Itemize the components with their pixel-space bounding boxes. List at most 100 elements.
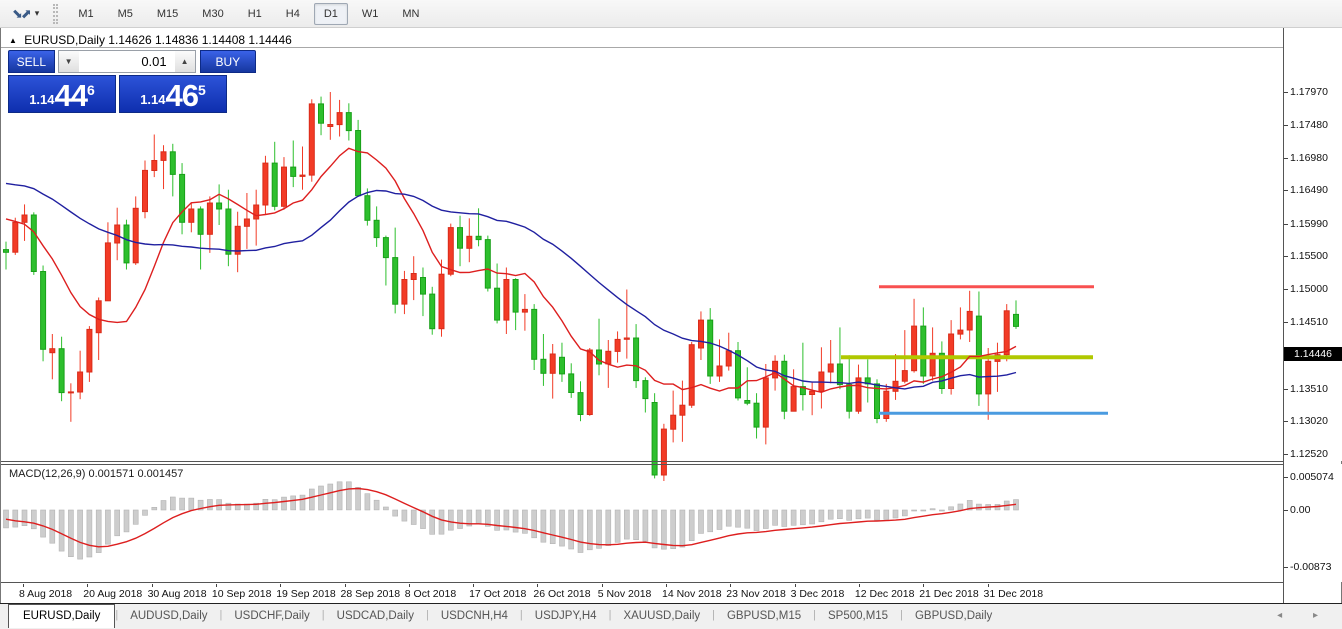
date-axis-tick (795, 584, 796, 587)
timeframe-button-H1[interactable]: H1 (238, 3, 272, 25)
chart-ohlc-values: 1.14626 1.14836 1.14408 1.14446 (108, 33, 292, 47)
tab-usdcnh-h4[interactable]: USDCNH,H4 (429, 606, 520, 626)
timeframe-button-M30[interactable]: M30 (192, 3, 233, 25)
date-axis-label: 21 Dec 2018 (919, 588, 979, 600)
price-axis-label: 1.16490 (1290, 184, 1328, 196)
macd-axis-tick (1284, 510, 1288, 511)
price-axis-tick (1284, 289, 1288, 290)
trading-app-window: ⬊⬈ ▾ M1M5M15M30H1H4D1W1MN ▲ EURUSD,Daily… (0, 0, 1342, 629)
tab-usdcad-daily[interactable]: USDCAD,Daily (325, 606, 426, 626)
macd-name: MACD(12,26,9) (9, 468, 85, 480)
tab-scroll-left-icon[interactable]: ◂ (1277, 610, 1296, 621)
panel-separator (1, 582, 1283, 583)
date-axis-tick (859, 584, 860, 587)
macd-main-value: 0.001571 (88, 468, 134, 480)
price-axis-tick (1284, 92, 1288, 93)
date-axis-tick (923, 584, 924, 587)
price-axis-label: 1.14510 (1290, 316, 1328, 328)
macd-axis-tick (1284, 477, 1288, 478)
date-axis-tick (23, 584, 24, 587)
price-axis-label: 1.17480 (1290, 119, 1328, 131)
date-axis-label: 20 Aug 2018 (83, 588, 142, 600)
date-axis-label: 8 Oct 2018 (405, 588, 456, 600)
date-axis-label: 3 Dec 2018 (791, 588, 845, 600)
chart-title: ▲ EURUSD,Daily 1.14626 1.14836 1.14408 1… (9, 33, 292, 47)
timeframe-button-W1[interactable]: W1 (352, 3, 389, 25)
price-axis-tick (1284, 322, 1288, 323)
date-axis-label: 19 Sep 2018 (276, 588, 336, 600)
date-axis-label: 10 Sep 2018 (212, 588, 272, 600)
timeframe-button-M15[interactable]: M15 (147, 3, 188, 25)
date-axis-label: 12 Dec 2018 (855, 588, 915, 600)
price-axis-label: 1.15500 (1290, 250, 1328, 262)
macd-axis-label: -0.00873 (1290, 561, 1331, 573)
tab-gbpusd-m15[interactable]: GBPUSD,M15 (715, 606, 813, 626)
date-axis-tick (602, 584, 603, 587)
date-axis-tick (473, 584, 474, 587)
price-chart-canvas[interactable] (1, 48, 1283, 489)
price-axis-tick (1284, 158, 1288, 159)
timeframe-button-M5[interactable]: M5 (108, 3, 143, 25)
macd-axis[interactable]: 0.0050740.00-0.00873 (1284, 464, 1342, 582)
date-axis-label: 23 Nov 2018 (726, 588, 786, 600)
tab-sp500-m15[interactable]: SP500,M15 (816, 606, 900, 626)
order-arrows-icon: ⬊⬈ (12, 6, 30, 22)
tab-scroll-right-icon[interactable]: ▸ (1313, 610, 1332, 621)
date-axis-tick (87, 584, 88, 587)
timeframe-buttons: M1M5M15M30H1H4D1W1MN (66, 0, 431, 28)
timeframe-button-H4[interactable]: H4 (276, 3, 310, 25)
macd-indicator-label: MACD(12,26,9) 0.001571 0.001457 (9, 468, 183, 480)
order-arrows-icon-button[interactable]: ⬊⬈ ▾ (8, 4, 43, 24)
date-axis-label: 14 Nov 2018 (662, 588, 722, 600)
tab-xauusd-daily[interactable]: XAUUSD,Daily (611, 606, 712, 626)
price-axis-label: 1.13510 (1290, 383, 1328, 395)
price-axis-tick (1284, 389, 1288, 390)
price-axis-tick (1284, 421, 1288, 422)
tab-usdchf-daily[interactable]: USDCHF,Daily (222, 606, 321, 626)
tab-eurusd-daily[interactable]: EURUSD,Daily (8, 604, 115, 628)
chart-window[interactable]: ▲ EURUSD,Daily 1.14626 1.14836 1.14408 1… (0, 28, 1342, 603)
timeframe-toolbar: ⬊⬈ ▾ M1M5M15M30H1H4D1W1MN (0, 0, 1342, 28)
timeframe-button-MN[interactable]: MN (392, 3, 429, 25)
price-axis[interactable]: 1.17970 1.17480 1.16980 1.16490 1.15990 1.155… (1284, 28, 1342, 461)
date-axis-tick (345, 584, 346, 587)
macd-axis-tick (1284, 567, 1288, 568)
macd-indicator-canvas[interactable] (1, 464, 1283, 581)
date-axis-label: 8 Aug 2018 (19, 588, 72, 600)
panel-separator[interactable] (1, 461, 1283, 462)
date-axis-tick (988, 584, 989, 587)
price-axis-label: 1.12520 (1290, 448, 1328, 460)
tab-gbpusd-daily[interactable]: GBPUSD,Daily (903, 606, 1004, 626)
tab-audusd-daily[interactable]: AUDUSD,Daily (118, 606, 219, 626)
date-axis-tick (666, 584, 667, 587)
price-axis-label: 1.15000 (1290, 283, 1328, 295)
date-axis-label: 28 Sep 2018 (341, 588, 401, 600)
timeframe-button-M1[interactable]: M1 (68, 3, 103, 25)
date-axis-tick (152, 584, 153, 587)
price-axis-tick (1284, 454, 1288, 455)
date-axis-label: 5 Nov 2018 (598, 588, 652, 600)
price-axis-label: 1.15990 (1290, 218, 1328, 230)
chevron-down-icon: ▾ (35, 8, 40, 19)
date-axis[interactable]: 8 Aug 201820 Aug 201830 Aug 201810 Sep 2… (1, 584, 1283, 603)
date-axis-tick (730, 584, 731, 587)
date-axis-label: 31 Dec 2018 (984, 588, 1044, 600)
price-axis-tick (1284, 125, 1288, 126)
date-axis-tick (537, 584, 538, 587)
price-axis-label: 1.17970 (1290, 86, 1328, 98)
price-axis-label: 1.16980 (1290, 152, 1328, 164)
macd-signal-line (6, 489, 1016, 547)
date-axis-label: 26 Oct 2018 (533, 588, 590, 600)
macd-axis-label: 0.005074 (1290, 471, 1334, 483)
tab-usdjpy-h4[interactable]: USDJPY,H4 (523, 606, 609, 626)
date-axis-tick (216, 584, 217, 587)
date-axis-tick (280, 584, 281, 587)
current-price-tag: 1.14446 (1284, 347, 1342, 361)
collapse-panel-icon[interactable]: ▲ (9, 36, 17, 45)
price-axis-tick (1284, 256, 1288, 257)
chart-symbol-label: EURUSD,Daily (24, 33, 105, 47)
toolbar-grip[interactable] (53, 4, 58, 24)
price-axis-label: 1.13020 (1290, 415, 1328, 427)
timeframe-button-D1[interactable]: D1 (314, 3, 348, 25)
price-axis-tick (1284, 224, 1288, 225)
